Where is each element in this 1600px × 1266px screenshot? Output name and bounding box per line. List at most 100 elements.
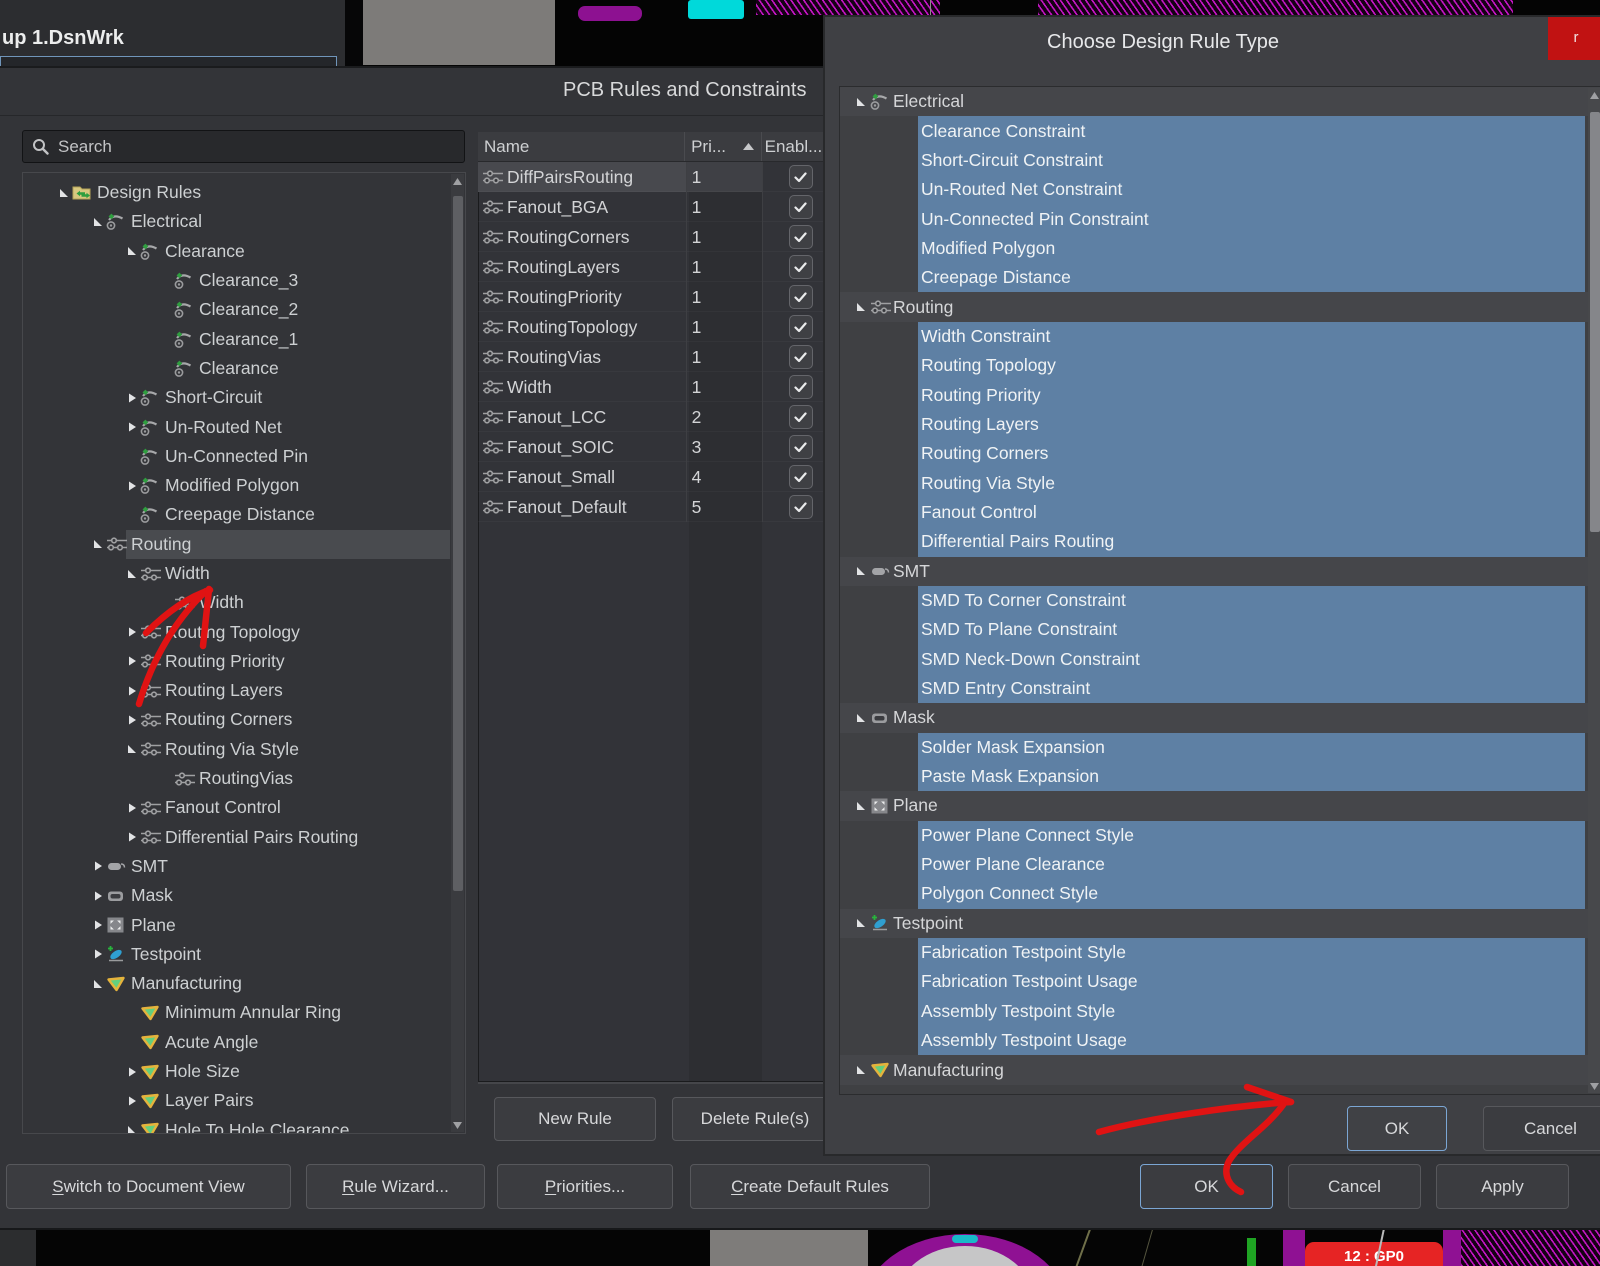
tree-item-clearance-3[interactable]: Clearance_3 <box>23 266 450 295</box>
enabled-checkbox[interactable] <box>788 255 813 279</box>
dialog-item-width-constraint[interactable]: Width Constraint <box>918 321 1585 352</box>
expanded-arrow-icon[interactable] <box>852 713 870 723</box>
dialog-item-fanout-control[interactable]: Fanout Control <box>918 497 1585 528</box>
dialog-group-manufacturing[interactable]: Manufacturing <box>840 1055 1600 1085</box>
dialog-cancel-button[interactable]: Cancel <box>1483 1106 1600 1151</box>
tree-item-routing-topology[interactable]: Routing Topology <box>23 617 450 646</box>
dialog-item-creepage-distance[interactable]: Creepage Distance <box>918 263 1585 293</box>
dialog-item-routing-layers[interactable]: Routing Layers <box>918 409 1585 440</box>
dialog-scrollbar-thumb[interactable] <box>1589 112 1600 532</box>
scroll-up-icon[interactable] <box>1589 89 1600 101</box>
create-default-rules-button[interactable]: Create Default Rules <box>690 1164 930 1209</box>
tree-item-hole-size[interactable]: Hole Size <box>23 1057 450 1086</box>
expanded-arrow-icon[interactable] <box>852 97 870 107</box>
tree-item-clearance-2[interactable]: Clearance_2 <box>23 295 450 324</box>
collapsed-arrow-icon[interactable] <box>124 393 140 403</box>
collapsed-arrow-icon[interactable] <box>90 891 106 901</box>
dialog-item-assembly-testpoint-style[interactable]: Assembly Testpoint Style <box>918 996 1585 1026</box>
enabled-checkbox[interactable] <box>788 165 813 189</box>
table-row-fanout-soic[interactable]: Fanout_SOIC 3 <box>478 432 838 462</box>
table-row-fanout-default[interactable]: Fanout_Default 5 <box>478 492 838 522</box>
expanded-arrow-icon[interactable] <box>90 539 106 549</box>
tree-item-routingvias[interactable]: RoutingVias <box>23 764 450 793</box>
table-row-routingvias[interactable]: RoutingVias 1 <box>478 342 838 372</box>
table-row-fanout-small[interactable]: Fanout_Small 4 <box>478 462 838 492</box>
dialog-ok-button[interactable]: OK <box>1347 1106 1447 1151</box>
dialog-item-fabrication-testpoint-usage[interactable]: Fabrication Testpoint Usage <box>918 967 1585 997</box>
tree-item-electrical[interactable]: Electrical <box>23 207 450 236</box>
editor-apply-button[interactable]: Apply <box>1436 1164 1569 1209</box>
enabled-checkbox[interactable] <box>788 315 813 339</box>
dialog-item-routing-corners[interactable]: Routing Corners <box>918 439 1585 469</box>
dialog-item-routing-priority[interactable]: Routing Priority <box>918 380 1585 410</box>
expanded-arrow-icon[interactable] <box>90 217 106 227</box>
expanded-arrow-icon[interactable] <box>852 1065 870 1075</box>
expanded-arrow-icon[interactable] <box>124 569 140 579</box>
tree-item-clearance[interactable]: Clearance <box>23 354 450 383</box>
tree-item-un-routed-net[interactable]: Un-Routed Net <box>23 412 450 441</box>
expanded-arrow-icon[interactable] <box>56 188 72 198</box>
dialog-group-plane[interactable]: Plane <box>840 791 1600 821</box>
tree-item-testpoint[interactable]: Testpoint <box>23 940 450 969</box>
column-header-priority[interactable]: Pri... <box>685 132 762 161</box>
dialog-scrollbar[interactable] <box>1588 88 1600 1093</box>
tree-item-routing-priority[interactable]: Routing Priority <box>23 647 450 676</box>
tree-item-creepage-distance[interactable]: Creepage Distance <box>23 500 450 529</box>
tree-item-routing[interactable]: Routing <box>23 529 450 559</box>
tree-scrollbar[interactable] <box>451 174 464 1132</box>
tree-item-hole-to-hole-clearance[interactable]: Hole To Hole Clearance <box>23 1116 450 1133</box>
scroll-up-icon[interactable] <box>452 175 463 187</box>
dialog-item-modified-polygon[interactable]: Modified Polygon <box>918 233 1585 264</box>
tree-item-short-circuit[interactable]: Short-Circuit <box>23 383 450 412</box>
rule-wizard-button[interactable]: Rule Wizard... <box>306 1164 485 1209</box>
tree-item-smt[interactable]: SMT <box>23 852 450 881</box>
tree-item-modified-polygon[interactable]: Modified Polygon <box>23 471 450 500</box>
column-header-name[interactable]: Name <box>478 132 686 161</box>
record-badge[interactable]: r <box>1548 17 1600 60</box>
tree-item-width[interactable]: Width <box>23 559 450 588</box>
tree-item-routing-corners[interactable]: Routing Corners <box>23 705 450 734</box>
collapsed-arrow-icon[interactable] <box>90 949 106 959</box>
tree-item-clearance-1[interactable]: Clearance_1 <box>23 324 450 353</box>
dialog-item-short-circuit-constraint[interactable]: Short-Circuit Constraint <box>918 145 1585 176</box>
collapsed-arrow-icon[interactable] <box>124 1067 140 1077</box>
table-row-fanout-bga[interactable]: Fanout_BGA 1 <box>478 192 838 222</box>
dialog-item-smd-to-corner-constraint[interactable]: SMD To Corner Constraint <box>918 585 1585 616</box>
tree-item-width[interactable]: Width <box>23 588 450 617</box>
tree-item-fanout-control[interactable]: Fanout Control <box>23 793 450 822</box>
table-row-diffpairsrouting[interactable]: DiffPairsRouting 1 <box>478 162 838 192</box>
dialog-item-clearance-constraint[interactable]: Clearance Constraint <box>918 116 1585 146</box>
dialog-item-un-connected-pin-constraint[interactable]: Un-Connected Pin Constraint <box>918 204 1585 234</box>
collapsed-arrow-icon[interactable] <box>124 656 140 666</box>
expanded-arrow-icon[interactable] <box>852 801 870 811</box>
tree-item-minimum-annular-ring[interactable]: Minimum Annular Ring <box>23 998 450 1027</box>
dialog-group-testpoint[interactable]: Testpoint <box>840 908 1600 938</box>
expanded-arrow-icon[interactable] <box>852 918 870 928</box>
expanded-arrow-icon[interactable] <box>124 1125 140 1133</box>
dialog-item-fabrication-testpoint-style[interactable]: Fabrication Testpoint Style <box>918 937 1585 968</box>
collapsed-arrow-icon[interactable] <box>124 481 140 491</box>
enabled-checkbox[interactable] <box>788 285 813 309</box>
dialog-group-electrical[interactable]: Electrical <box>840 87 1600 117</box>
dialog-item-routing-via-style[interactable]: Routing Via Style <box>918 468 1585 498</box>
expanded-arrow-icon[interactable] <box>124 744 140 754</box>
tree-item-routing-via-style[interactable]: Routing Via Style <box>23 735 450 764</box>
table-row-routinglayers[interactable]: RoutingLayers 1 <box>478 252 838 282</box>
table-row-width[interactable]: Width 1 <box>478 372 838 402</box>
enabled-checkbox[interactable] <box>788 195 813 219</box>
tree-item-plane[interactable]: Plane <box>23 910 450 939</box>
dialog-item-polygon-connect-style[interactable]: Polygon Connect Style <box>918 879 1585 909</box>
collapsed-arrow-icon[interactable] <box>124 422 140 432</box>
tree-item-manufacturing[interactable]: Manufacturing <box>23 969 450 998</box>
dialog-item-smd-neck-down-constraint[interactable]: SMD Neck-Down Constraint <box>918 644 1585 674</box>
search-box[interactable] <box>22 130 465 163</box>
scroll-down-icon[interactable] <box>452 1119 463 1131</box>
expanded-arrow-icon[interactable] <box>852 566 870 576</box>
table-row-routingtopology[interactable]: RoutingTopology 1 <box>478 312 838 342</box>
editor-ok-button[interactable]: OK <box>1140 1164 1273 1209</box>
collapsed-arrow-icon[interactable] <box>124 832 140 842</box>
expanded-arrow-icon[interactable] <box>90 979 106 989</box>
tree-item-layer-pairs[interactable]: Layer Pairs <box>23 1086 450 1115</box>
new-rule-button[interactable]: New Rule <box>494 1097 656 1141</box>
dialog-item-smd-to-plane-constraint[interactable]: SMD To Plane Constraint <box>918 615 1585 645</box>
